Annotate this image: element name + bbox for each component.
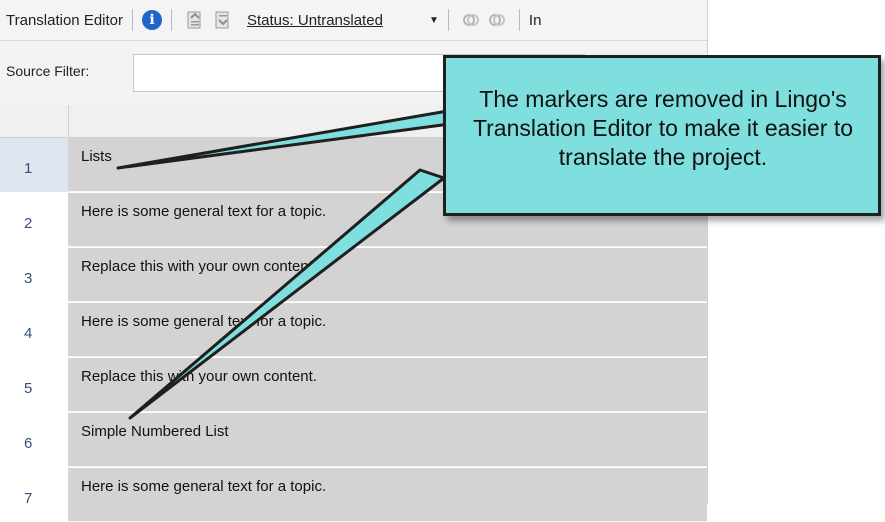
- toolbar-truncated-item[interactable]: In: [529, 12, 542, 29]
- table-row[interactable]: 4 Here is some general text for a topic.: [0, 303, 707, 357]
- row-number: 4: [0, 303, 68, 357]
- callout-text: The markers are removed in Lingo's Trans…: [472, 86, 854, 170]
- row-number: 5: [0, 358, 68, 412]
- toolbar: Translation Editor i Status: Untranslate…: [0, 0, 707, 41]
- toolbar-separator: [518, 9, 520, 31]
- toolbar-separator: [171, 9, 172, 31]
- ring-icon[interactable]: [487, 11, 507, 29]
- row-number: 2: [0, 193, 68, 247]
- export-icon[interactable]: [186, 10, 204, 30]
- toolbar-separator: [447, 9, 449, 31]
- import-icon[interactable]: [214, 10, 232, 30]
- row-number: 3: [0, 248, 68, 302]
- row-number: 6: [0, 413, 68, 467]
- source-cell[interactable]: Replace this with your own content.: [68, 358, 707, 412]
- toolbar-separator: [132, 9, 133, 31]
- grid-header-number-column: [0, 105, 69, 137]
- table-row[interactable]: 7 Here is some general text for a topic.: [0, 468, 707, 522]
- source-filter-label: Source Filter:: [6, 63, 90, 79]
- source-cell[interactable]: Here is some general text for a topic.: [68, 303, 707, 357]
- row-number: 7: [0, 468, 68, 522]
- status-filter-dropdown[interactable]: Status: Untranslated: [247, 12, 417, 29]
- source-cell[interactable]: Here is some general text for a topic.: [68, 468, 707, 522]
- table-row[interactable]: 6 Simple Numbered List: [0, 413, 707, 467]
- row-number: 1: [0, 138, 68, 192]
- info-icon[interactable]: i: [142, 10, 162, 30]
- source-cell[interactable]: Replace this with your own content.: [68, 248, 707, 302]
- editor-title: Translation Editor: [6, 11, 123, 29]
- ring-icon[interactable]: [461, 11, 481, 29]
- table-row[interactable]: 5 Replace this with your own content.: [0, 358, 707, 412]
- table-row[interactable]: 3 Replace this with your own content.: [0, 248, 707, 302]
- source-cell[interactable]: Simple Numbered List: [68, 413, 707, 467]
- dropdown-arrow-icon[interactable]: ▼: [429, 15, 439, 26]
